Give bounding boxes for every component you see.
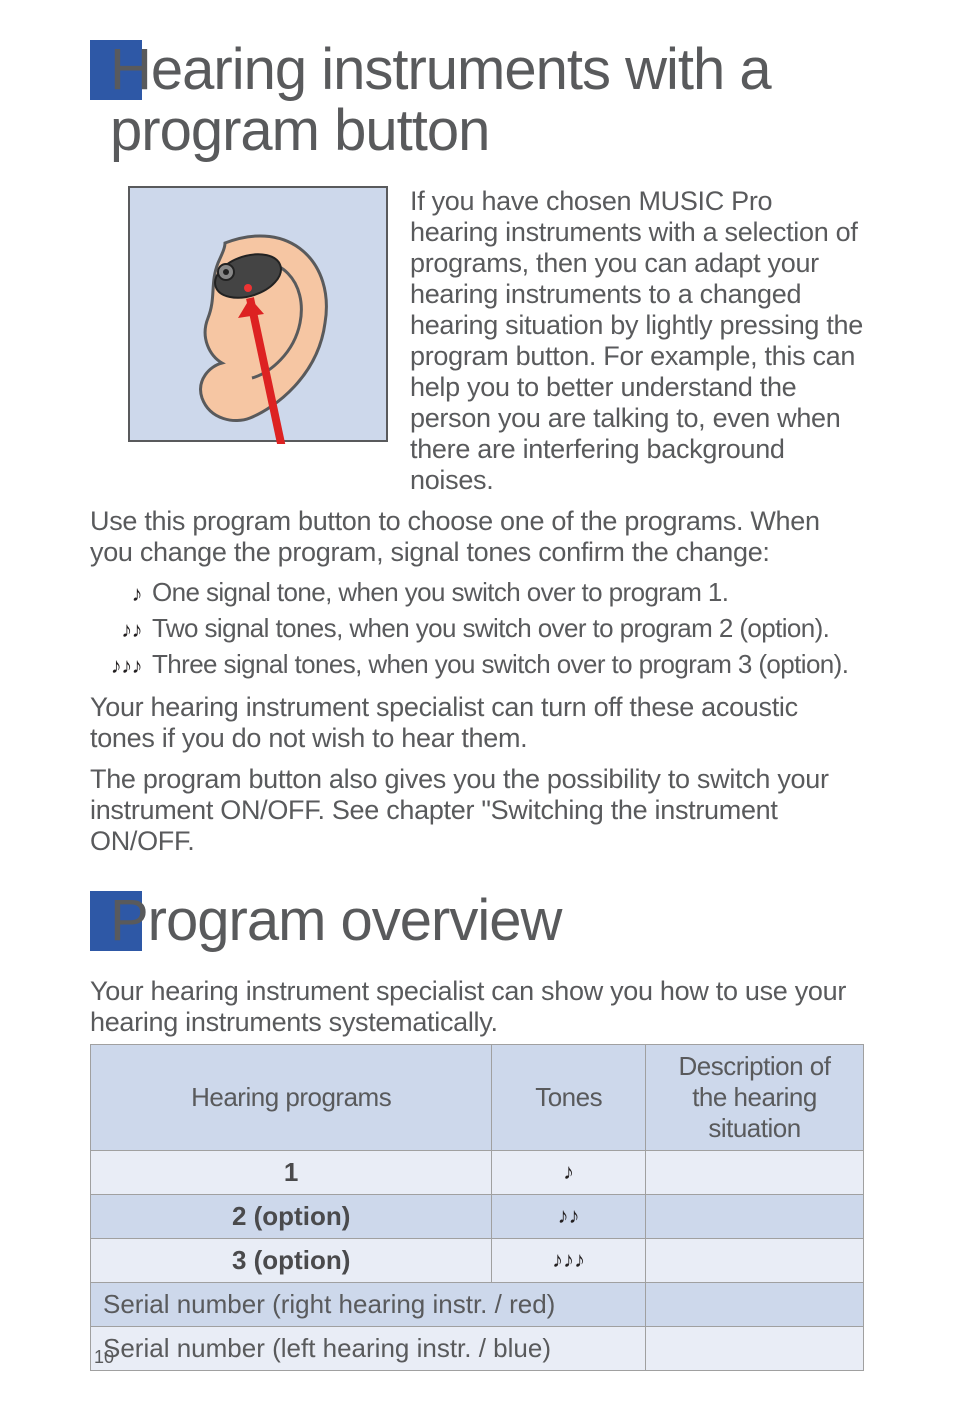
section1-para1: Use this program button to choose one of…: [90, 506, 864, 568]
note-icon: ♪♪♪: [90, 652, 142, 681]
serial-right-row: Serial number (right hearing instr. / re…: [91, 1282, 864, 1326]
cell-tones: ♪: [492, 1150, 646, 1194]
section2-title: Program overview: [90, 891, 864, 952]
image-text-row: If you have chosen MUSIC Pro hearing ins…: [90, 186, 864, 496]
table-row: 2 (option) ♪♪: [91, 1194, 864, 1238]
section1-para3: The program button also gives you the po…: [90, 764, 864, 857]
table-header-row: Hearing programs Tones Description of th…: [91, 1044, 864, 1150]
page-number: 10: [94, 1347, 114, 1368]
th-tones: Tones: [492, 1044, 646, 1150]
th-description: Description of the hearing situation: [646, 1044, 864, 1150]
cell-desc: [646, 1238, 864, 1282]
th-programs: Hearing programs: [91, 1044, 492, 1150]
tone-item-1: ♪ One signal tone, when you switch over …: [90, 576, 864, 610]
cell-desc: [646, 1150, 864, 1194]
section1-para2: Your hearing instrument specialist can t…: [90, 692, 864, 754]
note-icon: ♪♪: [90, 616, 142, 645]
serial-left-label: Serial number (left hearing instr. / blu…: [91, 1326, 646, 1370]
tone-text: One signal tone, when you switch over to…: [152, 576, 728, 610]
section2-heading-wrap: Program overview: [90, 891, 864, 952]
cell-tones: ♪♪: [492, 1194, 646, 1238]
serial-left-value: [646, 1326, 864, 1370]
cell-program: 1: [91, 1150, 492, 1194]
cell-program: 2 (option): [91, 1194, 492, 1238]
section2-intro: Your hearing instrument specialist can s…: [90, 976, 864, 1038]
section1-intro: If you have chosen MUSIC Pro hearing ins…: [410, 186, 864, 496]
section1-heading-wrap: Hearing instruments with a program butto…: [90, 40, 864, 162]
program-table: Hearing programs Tones Description of th…: [90, 1044, 864, 1371]
cell-tones: ♪♪♪: [492, 1238, 646, 1282]
tone-text: Two signal tones, when you switch over t…: [152, 612, 829, 646]
serial-right-label: Serial number (right hearing instr. / re…: [91, 1282, 646, 1326]
tone-item-2: ♪♪ Two signal tones, when you switch ove…: [90, 612, 864, 646]
ear-diagram: [128, 186, 388, 442]
section1-title: Hearing instruments with a program butto…: [90, 40, 864, 162]
cell-desc: [646, 1194, 864, 1238]
serial-right-value: [646, 1282, 864, 1326]
serial-left-row: Serial number (left hearing instr. / blu…: [91, 1326, 864, 1370]
table-row: 3 (option) ♪♪♪: [91, 1238, 864, 1282]
note-icon: ♪: [90, 580, 142, 609]
tone-item-3: ♪♪♪ Three signal tones, when you switch …: [90, 648, 864, 682]
tone-list: ♪ One signal tone, when you switch over …: [90, 576, 864, 681]
tone-text: Three signal tones, when you switch over…: [152, 648, 848, 682]
cell-program: 3 (option): [91, 1238, 492, 1282]
table-row: 1 ♪: [91, 1150, 864, 1194]
